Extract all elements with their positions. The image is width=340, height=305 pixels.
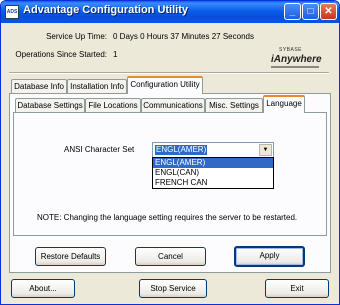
exit-button[interactable]: Exit <box>265 279 329 298</box>
ansi-charset-value: ENGL(AMER) <box>155 145 208 155</box>
about-button[interactable]: About... <box>11 279 75 298</box>
stop-service-button[interactable]: Stop Service <box>139 279 207 298</box>
restore-defaults-button[interactable]: Restore Defaults <box>35 247 106 266</box>
ansi-charset-label: ANSI Character Set <box>64 145 135 154</box>
tab-misc-settings[interactable]: Misc. Settings <box>205 98 263 113</box>
logo-big-text: iAnywhere <box>271 54 322 65</box>
uptime-value: 0 Days 0 Hours 37 Minutes 27 Seconds <box>113 32 254 41</box>
minimize-button[interactable]: _ <box>284 3 301 20</box>
tab-file-locations[interactable]: File Locations <box>85 98 141 113</box>
uptime-label: Service Up Time: <box>46 32 107 41</box>
restart-note: NOTE: Changing the language setting requ… <box>37 213 298 222</box>
apply-button[interactable]: Apply <box>234 246 305 267</box>
operations-value: 1 <box>113 50 118 59</box>
title-bar[interactable]: ADS Advantage Configuration Utility _ □ … <box>1 1 339 23</box>
app-window: ADS Advantage Configuration Utility _ □ … <box>0 0 340 305</box>
charset-dropdown-list: ENGL(AMER) ENGL(CAN) FRENCH CAN <box>152 157 274 189</box>
tab-installation-info[interactable]: Installation Info <box>67 79 127 94</box>
header-divider <box>9 72 329 74</box>
tab-language[interactable]: Language <box>263 95 305 113</box>
chevron-down-icon[interactable]: ▼ <box>259 144 272 156</box>
close-button[interactable]: ✕ <box>320 3 337 20</box>
logo-underline <box>271 66 319 68</box>
sybase-ianywhere-logo: SYBASE iAnywhere <box>269 47 322 71</box>
cancel-button[interactable]: Cancel <box>135 247 206 266</box>
tab-configuration-utility[interactable]: Configuration Utility <box>127 76 203 94</box>
app-icon: ADS <box>5 5 19 19</box>
charset-option[interactable]: ENGL(AMER) <box>153 158 273 168</box>
tab-database-info[interactable]: Database Info <box>11 79 67 94</box>
logo-small-text: SYBASE <box>279 47 303 53</box>
ansi-charset-select[interactable]: ENGL(AMER) ▼ <box>152 142 274 158</box>
tab-database-settings[interactable]: Database Settings <box>15 98 85 113</box>
tab-communications[interactable]: Communications <box>141 98 205 113</box>
maximize-button[interactable]: □ <box>302 3 319 20</box>
charset-option[interactable]: FRENCH CAN <box>153 178 273 188</box>
window-title: Advantage Configuration Utility <box>23 4 188 16</box>
charset-option[interactable]: ENGL(CAN) <box>153 168 273 178</box>
operations-label: Operations Since Started: <box>15 50 107 59</box>
